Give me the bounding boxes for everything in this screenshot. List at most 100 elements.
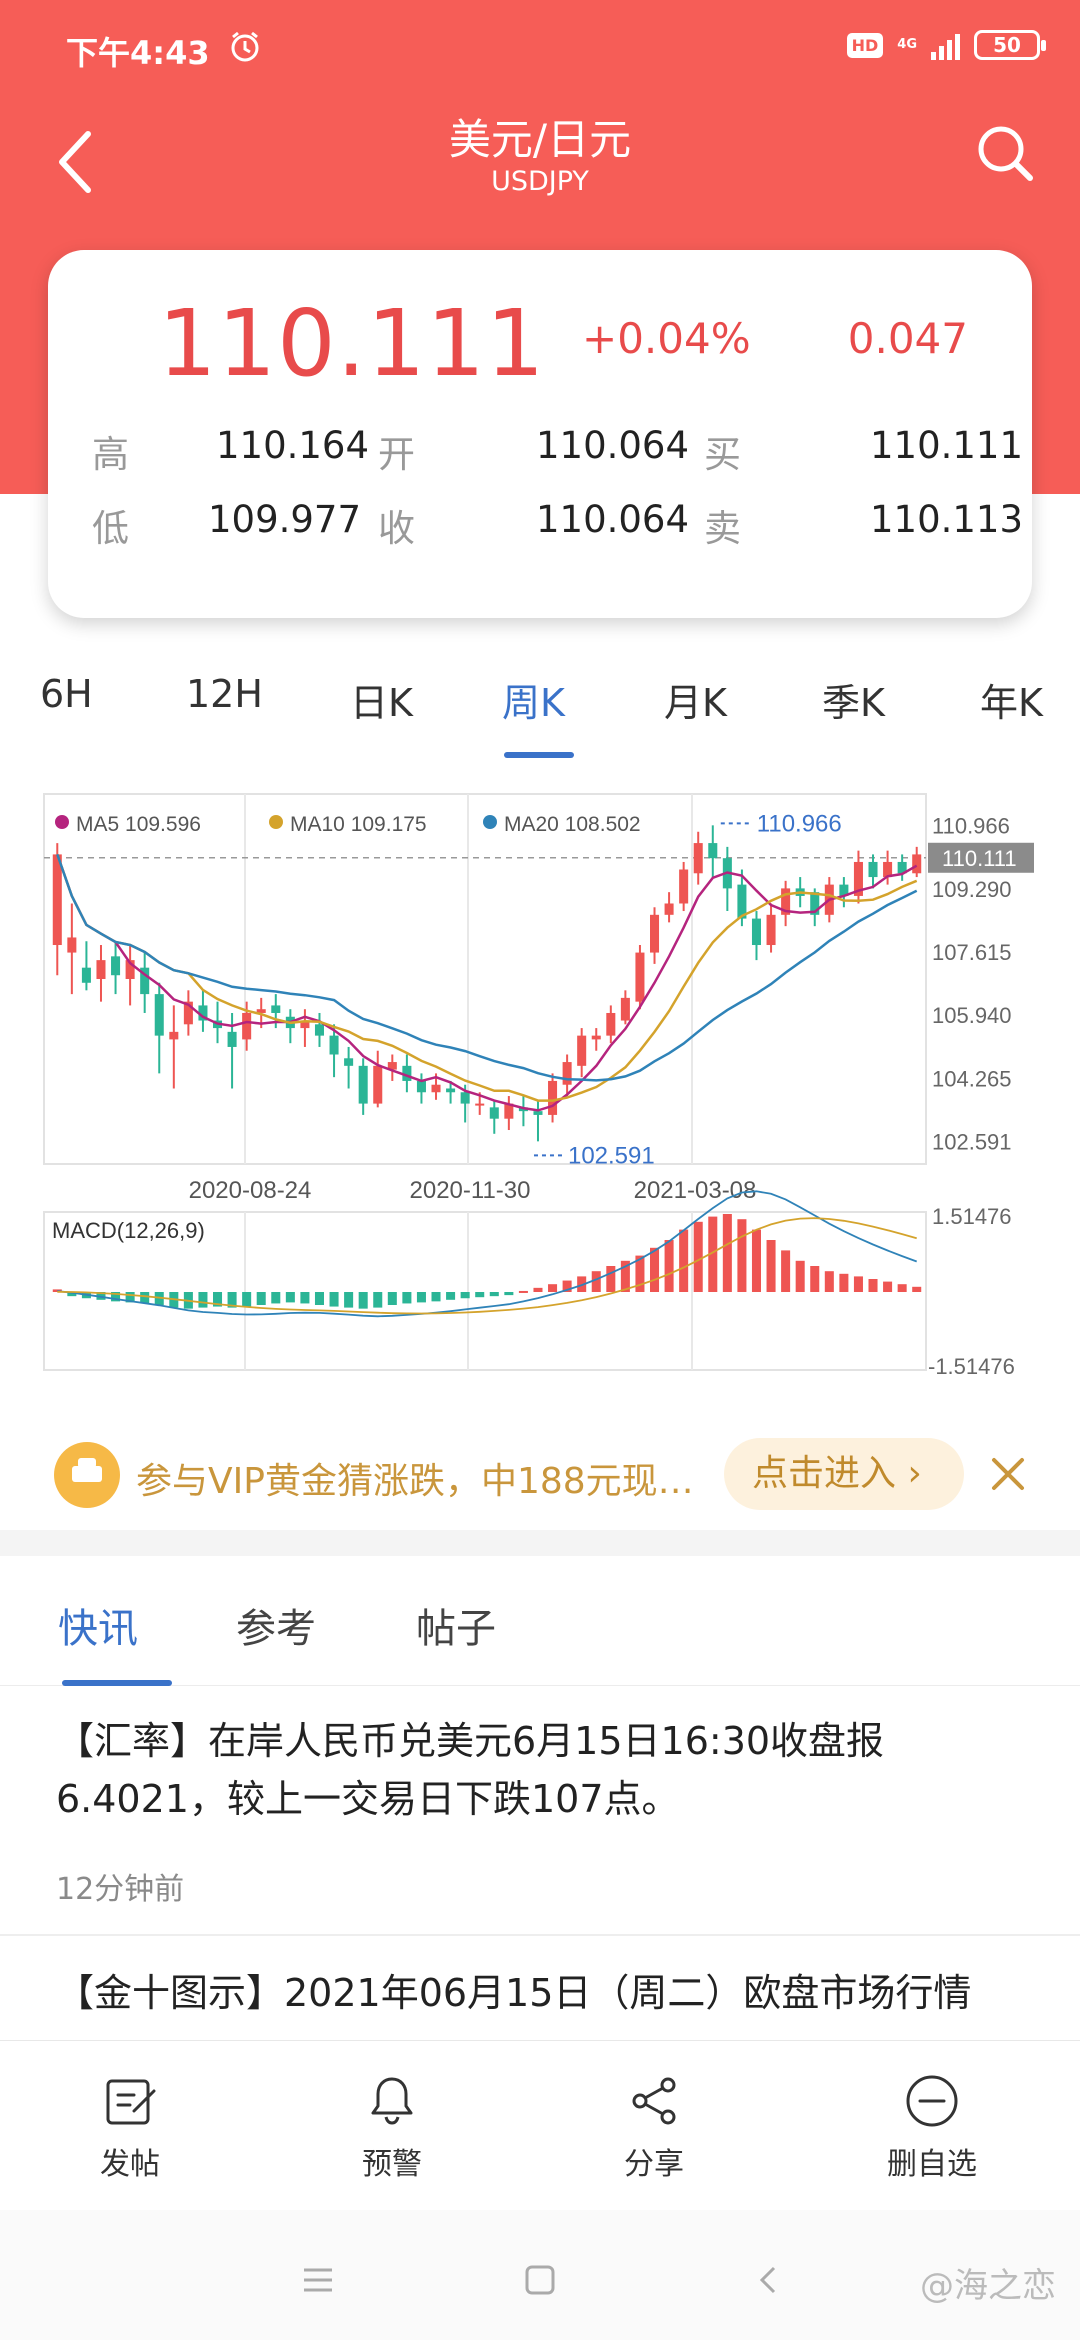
macd-bar	[533, 1287, 543, 1292]
minus-circle-icon	[906, 2075, 958, 2127]
quote-row-high: 高 110.164 开 110.064 买 110.111	[48, 424, 1032, 484]
candle-body	[766, 914, 776, 946]
value-low: 109.977	[208, 498, 362, 541]
kline-chart[interactable]: MA5 109.596 MA10 109.175 MA20 108.502 110.9…	[0, 780, 1080, 1380]
candle-body	[329, 1035, 339, 1055]
ma-line	[56, 853, 918, 1082]
bottom-toolbar: 发帖 预警 分享 删自选	[0, 2040, 1080, 2210]
share-button[interactable]: 分享	[574, 2071, 734, 2183]
home-icon[interactable]	[520, 2260, 560, 2300]
post-button[interactable]: 发帖	[50, 2071, 210, 2183]
tab-week-k[interactable]: 周K	[502, 672, 565, 727]
macd-bar	[737, 1219, 747, 1292]
macd-bar	[518, 1290, 528, 1293]
macd-bar	[387, 1292, 397, 1305]
min-price-label: 102.591	[568, 1142, 655, 1169]
app-header: 美元/日元 USDJPY	[0, 96, 1080, 236]
x-tick-label: 2020-11-30	[410, 1177, 531, 1204]
legend-label: MA5 109.596	[76, 813, 201, 836]
macd-bar	[285, 1292, 295, 1303]
page-title: 美元/日元	[448, 115, 632, 164]
tab-12h[interactable]: 12H	[186, 672, 263, 716]
candle-body	[169, 1031, 179, 1040]
y-tick-label: 104.265	[932, 1066, 1012, 1091]
macd-bar	[431, 1292, 441, 1302]
label-ask: 卖	[704, 507, 741, 550]
candle-body	[664, 903, 674, 915]
candle-body	[708, 843, 718, 859]
candle-body	[227, 1031, 237, 1047]
alarm-icon	[231, 31, 259, 62]
macd-bar	[679, 1229, 689, 1292]
macd-bar	[271, 1292, 281, 1304]
candle-body	[475, 1103, 485, 1106]
tab-day-k[interactable]: 日K	[350, 672, 413, 727]
vip-promo-banner[interactable]: 参与VIP黄金猜涨跌，中188元现… 点击进入 ›	[54, 1436, 964, 1516]
macd-bar	[868, 1279, 878, 1292]
candle-body	[314, 1024, 324, 1036]
candle-body	[431, 1084, 441, 1093]
macd-bar	[693, 1221, 703, 1292]
battery-icon: 50	[974, 30, 1046, 60]
macd-bar	[460, 1292, 470, 1299]
macd-bar	[314, 1292, 324, 1305]
y-tick-label: 107.615	[932, 940, 1012, 965]
candle-body	[868, 861, 878, 878]
candle-body	[606, 1012, 616, 1036]
tab-reference[interactable]: 参考	[236, 1596, 316, 1654]
macd-bar	[344, 1292, 354, 1308]
x-tick-label: 2021-03-08	[634, 1177, 757, 1204]
news-tabs: 快讯 参考 帖子	[0, 1556, 1080, 1686]
remove-watchlist-label: 删自选	[887, 2147, 977, 2182]
edit-icon	[106, 2079, 156, 2125]
macd-bar	[300, 1292, 310, 1304]
label-high: 高	[92, 433, 129, 476]
candle-body	[446, 1088, 456, 1093]
candle-body	[650, 914, 660, 953]
news-tab-indicator	[62, 1680, 172, 1686]
tab-quarter-k[interactable]: 季K	[822, 672, 885, 727]
value-close: 110.064	[536, 498, 690, 541]
tab-year-k[interactable]: 年K	[980, 672, 1043, 727]
x-tick-label: 2020-08-24	[189, 1177, 312, 1204]
candle-body	[562, 1062, 572, 1085]
chart-area[interactable]: MA5 109.596 MA10 109.175 MA20 108.502 110.9…	[0, 780, 1080, 1380]
tab-month-k[interactable]: 月K	[664, 672, 727, 727]
macd-bar	[650, 1247, 660, 1292]
news-item-text[interactable]: 【汇率】在岸人民币兑美元6月15日16:30收盘报6.4021，较上一交易日下跌…	[56, 1712, 1026, 1828]
value-high: 110.164	[216, 424, 370, 467]
tab-6h[interactable]: 6H	[40, 672, 93, 716]
candle-body	[620, 997, 630, 1021]
candle-body	[751, 918, 761, 946]
alert-button[interactable]: 预警	[312, 2071, 472, 2183]
macd-bar	[373, 1292, 383, 1308]
macd-bar	[781, 1250, 791, 1292]
candle-body	[548, 1080, 558, 1115]
remove-watchlist-button[interactable]: 删自选	[852, 2071, 1012, 2183]
label-bid: 买	[704, 433, 741, 476]
tab-flash-news[interactable]: 快讯	[58, 1596, 138, 1654]
macd-bar	[606, 1266, 616, 1292]
candle-body	[154, 994, 164, 1036]
macd-bar	[883, 1281, 893, 1292]
macd-bar	[853, 1276, 863, 1292]
search-icon[interactable]	[970, 118, 1040, 188]
close-icon[interactable]	[986, 1452, 1030, 1496]
menu-icon[interactable]	[298, 2260, 338, 2300]
legend-dot	[269, 815, 283, 829]
macd-bar	[329, 1292, 339, 1307]
news-item-time: 12分钟前	[56, 1872, 185, 1907]
candle-body	[358, 1065, 368, 1104]
promo-enter-button[interactable]: 点击进入 ›	[724, 1438, 964, 1510]
tab-posts[interactable]: 帖子	[416, 1596, 496, 1654]
section-separator	[0, 1530, 1080, 1556]
candle-body	[635, 952, 645, 1002]
macd-bar	[839, 1273, 849, 1292]
post-label: 发帖	[100, 2147, 160, 2182]
back-icon[interactable]	[748, 2260, 788, 2300]
value-bid: 110.111	[870, 424, 1024, 467]
macd-bar	[722, 1214, 732, 1292]
news-item-text[interactable]: 【金十图示】2021年06月15日（周二）欧盘市场行情	[56, 1964, 1026, 2024]
legend-dot	[55, 815, 69, 829]
macd-y-tick: 1.51476	[932, 1204, 1012, 1229]
